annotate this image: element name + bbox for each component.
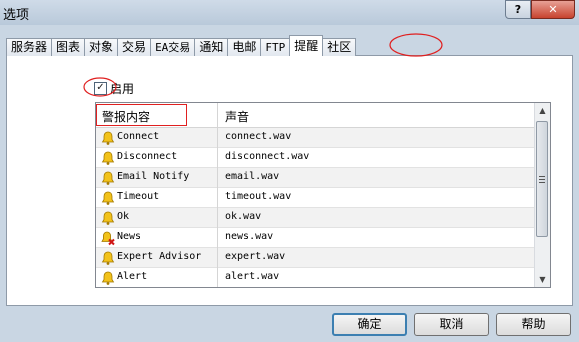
bell-icon — [100, 250, 116, 266]
tab-3[interactable]: 交易 — [117, 38, 152, 56]
alert-event: Timeout — [117, 191, 160, 202]
bell-icon — [100, 150, 116, 166]
alert-event: Connect — [117, 131, 160, 142]
tab-1[interactable]: 图表 — [51, 38, 86, 56]
table-row[interactable]: Disconnect disconnect.wav — [96, 148, 536, 168]
alert-event: Disconnect — [117, 151, 178, 162]
alert-event: Email Notify — [117, 171, 190, 182]
bell-icon — [100, 190, 116, 206]
bell-icon — [100, 130, 116, 146]
table-row[interactable]: Email Notify email.wav — [96, 168, 536, 188]
tab-8[interactable]: 提醒 — [289, 35, 324, 56]
alert-sound[interactable]: expert.wav — [225, 251, 285, 262]
alert-event: Ok — [117, 211, 130, 222]
help-title-button[interactable]: ? — [505, 0, 531, 19]
bell-icon — [100, 170, 116, 186]
scroll-up-arrow-icon[interactable]: ▲ — [535, 103, 550, 118]
table-header: 警报内容 声音 — [96, 103, 536, 128]
column-header-event[interactable]: 警报内容 — [102, 108, 150, 125]
bell-icon — [100, 270, 116, 286]
tab-strip: 服务器 图表 对象 交易 EA交易 通知 电邮 FTP 提醒 社区 — [6, 35, 357, 56]
window-controls: ? ✕ — [505, 0, 575, 20]
alert-event: Alert — [117, 271, 148, 282]
tab-5[interactable]: 通知 — [194, 38, 229, 56]
alert-sound[interactable]: ok.wav — [225, 211, 261, 222]
bell-icon — [100, 210, 116, 226]
close-button[interactable]: ✕ — [531, 0, 575, 19]
alert-event: Expert Advisor — [117, 251, 202, 262]
table-row[interactable]: Timeout timeout.wav — [96, 188, 536, 208]
table-row[interactable]: Alert alert.wav — [96, 268, 536, 287]
table-body: Connect connect.wav Disconnect disconnect.w… — [96, 128, 536, 287]
window-title: 选项 — [3, 8, 30, 23]
alert-sound[interactable]: news.wav — [225, 231, 273, 242]
cancel-button[interactable]: 取消 — [414, 313, 489, 336]
bell-disabled-icon — [100, 230, 116, 246]
ok-button[interactable]: 确定 — [332, 313, 407, 336]
tab-7[interactable]: FTP — [260, 38, 291, 56]
column-header-sound[interactable]: 声音 — [225, 108, 249, 125]
alert-sound[interactable]: connect.wav — [225, 131, 291, 142]
alert-sound[interactable]: alert.wav — [225, 271, 279, 282]
enable-checkbox[interactable]: ✓ — [94, 82, 107, 95]
alert-sound[interactable]: disconnect.wav — [225, 151, 309, 162]
table-row[interactable]: News news.wav — [96, 228, 536, 248]
table-row[interactable]: Expert Advisor expert.wav — [96, 248, 536, 268]
table-row[interactable]: Connect connect.wav — [96, 128, 536, 148]
scroll-thumb[interactable] — [536, 121, 548, 237]
alert-sound[interactable]: email.wav — [225, 171, 279, 182]
title-bar: 选项 ? ✕ — [0, 0, 579, 25]
tab-6[interactable]: 电邮 — [227, 38, 262, 56]
tab-4[interactable]: EA交易 — [150, 38, 196, 56]
help-button[interactable]: 帮助 — [496, 313, 571, 336]
alert-event: News — [117, 231, 142, 242]
scroll-down-arrow-icon[interactable]: ▼ — [535, 272, 550, 287]
column-divider[interactable] — [217, 103, 218, 127]
alert-sound[interactable]: timeout.wav — [225, 191, 291, 202]
tab-0[interactable]: 服务器 — [6, 38, 53, 56]
enable-label: 启用 — [110, 82, 135, 96]
tab-9[interactable]: 社区 — [322, 38, 357, 56]
enable-row: ✓ 启用 — [94, 80, 134, 97]
table-row[interactable]: Ok ok.wav — [96, 208, 536, 228]
vertical-scrollbar[interactable]: ▲ ▼ — [534, 103, 550, 287]
tab-2[interactable]: 对象 — [84, 38, 119, 56]
alerts-table: 警报内容 声音 Connect connect.wav Disconnect disc… — [95, 102, 551, 288]
